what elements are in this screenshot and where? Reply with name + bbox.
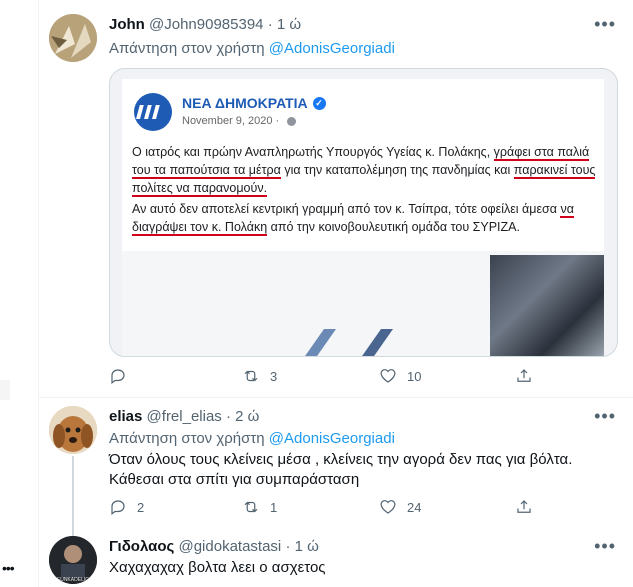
globe-icon (287, 116, 297, 126)
verified-icon: ✓ (312, 96, 326, 110)
avatar-image (49, 14, 97, 62)
tweet-gidolaos[interactable]: FUNKADELIC Γιδολαος @gidokatastasi · 1 ώ… (39, 526, 633, 587)
embedded-image[interactable]: ΝΕΑ ΔΗΜΟΚΡΑΤΙΑ ✓ November 9, 2020 · Ο ια… (109, 68, 618, 357)
fb-text-segment: για την καταπολέμηση της πανδημίας και (280, 163, 514, 177)
heart-icon (380, 369, 396, 383)
display-name[interactable]: John (109, 16, 145, 33)
tweet-elias[interactable]: elias @frel_elias · 2 ώ ••• Απάντηση στο… (39, 398, 633, 536)
user-handle[interactable]: @John90985394 (149, 16, 264, 33)
fb-date-text: November 9, 2020 · (182, 115, 280, 127)
reply-button[interactable]: 2 (109, 498, 144, 516)
fb-post-text: Ο ιατρός και πρώην Αναπληρωτής Υπουργός … (132, 143, 602, 239)
fb-text-segment: από την κοινοβουλευτική ομάδα του ΣΥΡΙΖΑ… (267, 220, 520, 234)
avatar[interactable] (49, 406, 97, 454)
fb-page-name: ΝΕΑ ΔΗΜΟΚΡΑΤΙΑ ✓ (182, 95, 326, 111)
display-name[interactable]: Γιδολαος (109, 538, 174, 555)
retweet-icon (244, 501, 258, 513)
avatar-image (49, 406, 97, 454)
reply-button[interactable] (109, 367, 137, 385)
share-button[interactable] (515, 367, 533, 385)
retweet-count: 1 (270, 499, 278, 515)
mention-link[interactable]: @AdonisGeorgiadi (269, 430, 395, 447)
left-column: ••• (0, 0, 38, 587)
fb-post-date: November 9, 2020 · (182, 115, 297, 127)
reply-context: Απάντηση στον χρήστη @AdonisGeorgiadi (109, 40, 395, 57)
reply-prefix: Απάντηση στον χρήστη (109, 430, 265, 447)
photo-machine (490, 255, 604, 356)
reply-feed: John @John90985394 · 1 ώ ••• Απάντηση στ… (38, 0, 633, 587)
retweet-icon (244, 370, 258, 382)
heart-icon (380, 500, 396, 514)
thread-line (72, 456, 74, 536)
like-button[interactable]: 24 (379, 498, 421, 516)
nd-logo (134, 93, 172, 131)
avatar[interactable]: FUNKADELIC (49, 536, 97, 584)
tweet-header: elias @frel_elias · 2 ώ (109, 408, 259, 425)
tweet-header: John @John90985394 · 1 ώ (109, 16, 301, 33)
avatar-image: FUNKADELIC (49, 536, 97, 584)
timestamp[interactable]: · 1 ώ (268, 16, 301, 33)
timestamp[interactable]: · 1 ώ (285, 538, 318, 555)
account-more-icon[interactable]: ••• (2, 560, 15, 576)
like-button[interactable]: 10 (379, 367, 421, 385)
share-icon (517, 369, 531, 382)
tweet-john[interactable]: John @John90985394 · 1 ώ ••• Απάντηση στ… (39, 0, 633, 398)
user-handle[interactable]: @frel_elias (147, 408, 222, 425)
reply-icon (111, 369, 125, 384)
left-column-fragment (0, 380, 10, 400)
retweet-button[interactable]: 1 (242, 498, 277, 516)
retweet-count: 3 (270, 368, 278, 384)
fb-paragraph-1: Ο ιατρός και πρώην Αναπληρωτής Υπουργός … (132, 143, 602, 197)
reply-count: 2 (137, 499, 145, 515)
fb-page-name-text: ΝΕΑ ΔΗΜΟΚΡΑΤΙΑ (182, 95, 308, 111)
avatar-caption: FUNKADELIC (57, 577, 89, 583)
display-name[interactable]: elias (109, 408, 142, 425)
fb-text-segment: Ο ιατρός και πρώην Αναπληρωτής Υπουργός … (132, 145, 494, 159)
tweet-actions: 3 10 (109, 367, 539, 387)
share-button[interactable] (515, 498, 533, 516)
tweet-header: Γιδολαος @gidokatastasi · 1 ώ (109, 538, 319, 555)
reply-icon (111, 500, 125, 515)
reply-prefix: Απάντηση στον χρήστη (109, 40, 265, 57)
share-icon (517, 500, 531, 513)
like-count: 24 (407, 499, 422, 515)
fb-text-segment: Αν αυτό δεν αποτελεί κεντρική γραμμή από… (132, 202, 561, 216)
mention-link[interactable]: @AdonisGeorgiadi (269, 40, 395, 57)
like-count: 10 (407, 368, 422, 384)
avatar[interactable] (49, 14, 97, 62)
more-options-icon[interactable]: ••• (594, 14, 616, 35)
timestamp[interactable]: · 2 ώ (226, 408, 259, 425)
reply-context: Απάντηση στον χρήστη @AdonisGeorgiadi (109, 430, 395, 447)
retweet-button[interactable]: 3 (242, 367, 277, 385)
fb-paragraph-2: Αν αυτό δεν αποτελεί κεντρική γραμμή από… (132, 200, 602, 236)
tweet-actions: 2 1 24 (109, 498, 539, 518)
more-options-icon[interactable]: ••• (594, 536, 616, 557)
nd-logo-icon (136, 105, 160, 119)
facebook-post-screenshot: ΝΕΑ ΔΗΜΟΚΡΑΤΙΑ ✓ November 9, 2020 · Ο ια… (122, 79, 604, 356)
tweet-text: Χαχαχαχαχ βολτα λεει ο ασχετος (109, 559, 326, 576)
tweet-text: Όταν όλους τους κλείνεις μέσα , κλείνεις… (109, 451, 573, 488)
more-options-icon[interactable]: ••• (594, 406, 616, 427)
user-handle[interactable]: @gidokatastasi (178, 538, 281, 555)
